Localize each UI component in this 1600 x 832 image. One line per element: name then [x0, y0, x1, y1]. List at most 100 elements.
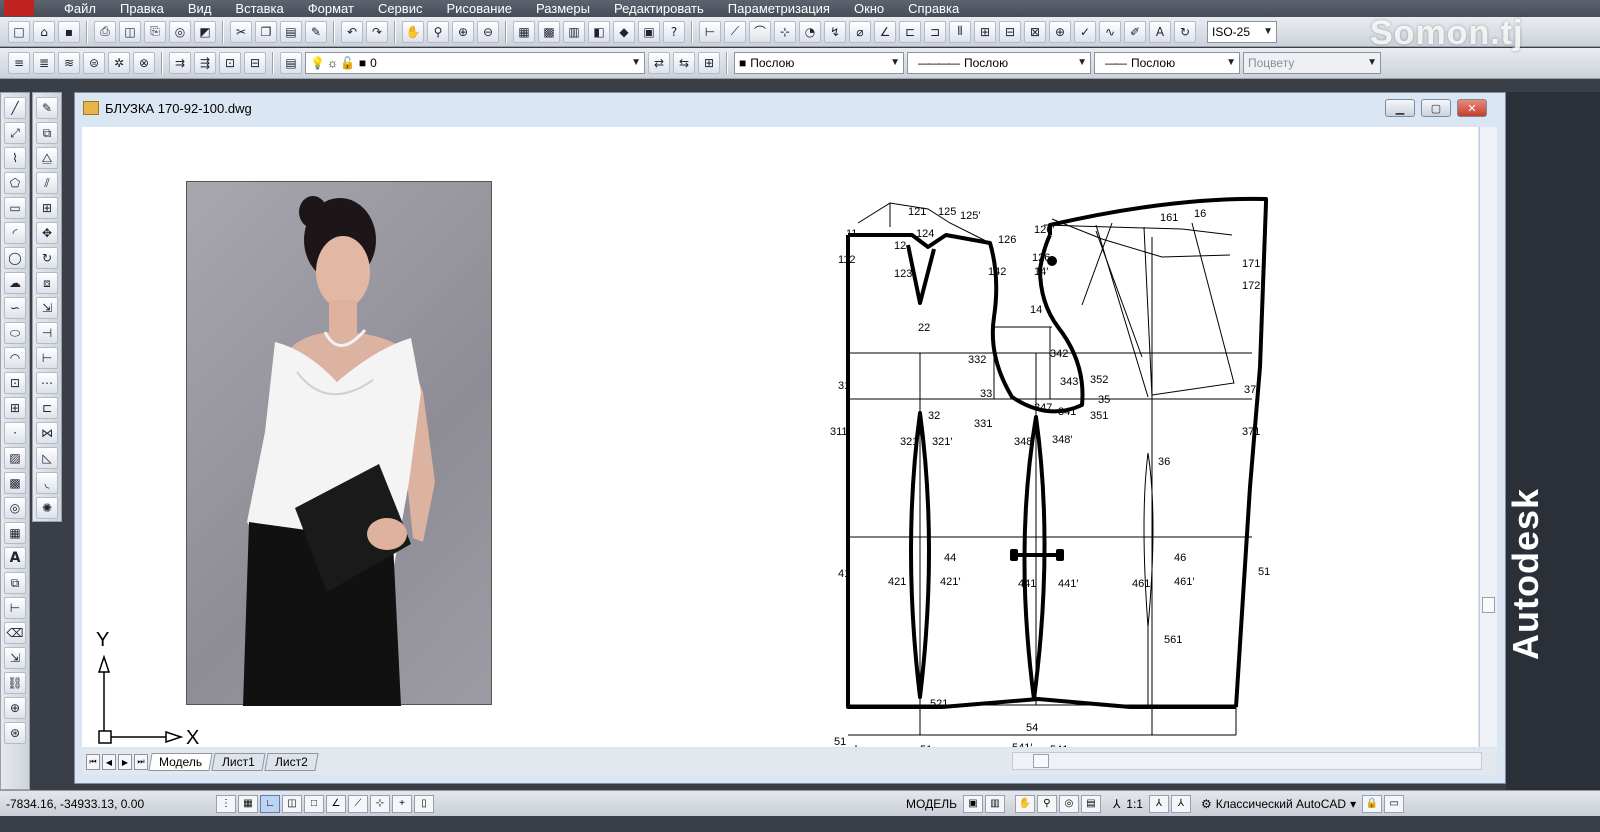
arc-icon[interactable]: ◜	[4, 222, 26, 244]
fillet-icon[interactable]: ◟	[36, 472, 58, 494]
jogged-icon[interactable]: ↯	[824, 20, 846, 43]
layer-previous2-icon[interactable]: ⇆	[673, 52, 695, 74]
mirror-icon[interactable]: ⧋	[36, 147, 58, 169]
tolerance-icon[interactable]: ⊠	[1024, 20, 1046, 43]
offset-icon[interactable]: ⫽	[36, 172, 58, 194]
save-icon[interactable]: ▪	[58, 20, 80, 43]
ellipse-icon[interactable]: ⬭	[4, 322, 26, 344]
layer-unlock-icon[interactable]: ⊟	[244, 52, 266, 74]
link-icon[interactable]: ⛓	[4, 672, 26, 694]
menu-item[interactable]: Формат	[308, 1, 354, 16]
cut-icon[interactable]: ✂	[230, 20, 252, 43]
lwt-icon[interactable]: +	[392, 794, 412, 813]
properties-icon[interactable]: ▦	[513, 20, 535, 43]
zoom-realtime-icon[interactable]: ⚲	[427, 20, 449, 43]
grid-icon[interactable]: ▦	[238, 794, 258, 813]
dim-edit-icon[interactable]: ✐	[1124, 20, 1146, 43]
rotate-icon[interactable]: ↻	[36, 247, 58, 269]
clean-screen-icon[interactable]: ▭	[1384, 794, 1405, 813]
calculator-icon[interactable]: ▣	[638, 20, 660, 43]
otrack-icon[interactable]: ∠	[326, 794, 346, 813]
menu-item[interactable]: Параметризация	[728, 1, 830, 16]
lineweight-select[interactable]: —— Послою ▼	[1094, 52, 1240, 74]
color-select[interactable]: ■ Послою ▼	[734, 52, 904, 74]
layer-freeze-icon[interactable]: ✲	[108, 52, 130, 74]
rectangle-icon[interactable]: ▭	[4, 197, 26, 219]
ducs-icon[interactable]: ⟋	[348, 794, 368, 813]
menu-item[interactable]: Размеры	[536, 1, 590, 16]
extend-icon[interactable]: ⊢	[36, 347, 58, 369]
gradient-icon[interactable]: ▩	[4, 472, 26, 494]
construction-line-icon[interactable]: ⤢	[4, 122, 26, 144]
layer-match-icon[interactable]: ⇉	[169, 52, 191, 74]
center-mark-icon[interactable]: ⊕	[1049, 20, 1071, 43]
menu-item[interactable]: Окно	[854, 1, 884, 16]
stretch2-icon[interactable]: ⇲	[4, 647, 26, 669]
last-tab-button[interactable]: ⏭	[134, 754, 148, 770]
layer-off-icon[interactable]: ⊗	[133, 52, 155, 74]
menu-item[interactable]: Справка	[908, 1, 959, 16]
layer-properties-icon[interactable]: ≡	[8, 52, 30, 74]
eraser2-icon[interactable]: ⌫	[4, 622, 26, 644]
table-icon[interactable]: ▦	[4, 522, 26, 544]
quick-view-layouts-icon[interactable]: ▣	[962, 794, 983, 813]
coordinates-readout[interactable]: -7834.16, -34933.13, 0.00	[6, 797, 216, 811]
chamfer-icon[interactable]: ◺	[36, 447, 58, 469]
spline-icon[interactable]: ∽	[4, 297, 26, 319]
steeringwheel-icon[interactable]: ◎	[1058, 794, 1079, 813]
hatch-icon[interactable]: ▨	[4, 447, 26, 469]
polygon-icon[interactable]: ⬠	[4, 172, 26, 194]
preview-icon[interactable]: ◫	[119, 20, 141, 43]
new-icon[interactable]: □	[8, 20, 30, 43]
blouse-pattern-drawing[interactable]: 11 112 121 125 125′ 12 124 126 126′ 161 16 123 142 12…	[82, 127, 1478, 747]
open-icon[interactable]: ⌂	[33, 20, 55, 43]
layer-select[interactable]: 💡 ☼ 🔓 ■ 0 ▼	[305, 52, 645, 74]
jogged-linear-icon[interactable]: ∿	[1099, 20, 1121, 43]
line-icon[interactable]: ╱	[4, 97, 26, 119]
ellipse-arc-icon[interactable]: ◠	[4, 347, 26, 369]
point-icon[interactable]: ·	[4, 422, 26, 444]
markup-icon[interactable]: ◆	[613, 20, 635, 43]
redo-icon[interactable]: ↷	[366, 20, 388, 43]
quick-dim-icon[interactable]: ⊏	[899, 20, 921, 43]
tab-model[interactable]: Модель	[148, 753, 213, 771]
pan-icon[interactable]: ✋	[402, 20, 424, 43]
stretch-icon[interactable]: ⇲	[36, 297, 58, 319]
dim-space-icon[interactable]: ⊞	[974, 20, 996, 43]
make-block-icon[interactable]: ⊞	[4, 397, 26, 419]
qp-icon[interactable]: ▯	[414, 794, 434, 813]
erase-icon[interactable]: ✎	[36, 97, 58, 119]
close-button[interactable]: ✕	[1457, 99, 1487, 117]
polar-icon[interactable]: ◫	[282, 794, 302, 813]
zoom-window-icon[interactable]: ⊕	[452, 20, 474, 43]
move-icon[interactable]: ✥	[36, 222, 58, 244]
mtext-icon[interactable]: A	[4, 547, 26, 569]
menu-item[interactable]: Рисование	[446, 1, 511, 16]
make-current-icon[interactable]: ⇄	[648, 52, 670, 74]
print-icon[interactable]: ⎙	[94, 20, 116, 43]
draw-order-icon[interactable]: ⧉	[4, 572, 26, 594]
ortho-icon[interactable]: ∟	[260, 794, 280, 813]
help-icon[interactable]: ?	[663, 20, 685, 43]
maximize-button[interactable]: ▢	[1421, 99, 1451, 117]
match-properties-icon[interactable]: ✎	[305, 20, 327, 43]
next-tab-button[interactable]: ▶	[118, 754, 132, 770]
quick-view-drawings-icon[interactable]: ▥	[984, 794, 1005, 813]
linetype-select[interactable]: ———— Послою ▼	[907, 52, 1091, 74]
inspect-icon[interactable]: ✓	[1074, 20, 1096, 43]
annotation-scale[interactable]: 1:1	[1126, 797, 1143, 811]
diameter-icon[interactable]: ⌀	[849, 20, 871, 43]
aligned-dim-icon[interactable]: ⟋	[724, 20, 746, 43]
circle-icon[interactable]: ◯	[4, 247, 26, 269]
join-icon[interactable]: ⋈	[36, 422, 58, 444]
menu-item[interactable]: Вставка	[235, 1, 283, 16]
hscroll-thumb[interactable]	[1033, 754, 1049, 768]
trim-icon[interactable]: ⊣	[36, 322, 58, 344]
vertical-scrollbar[interactable]	[1479, 127, 1497, 747]
xref-icon[interactable]: ⊕	[4, 697, 26, 719]
layer-manager-icon[interactable]: ▤	[280, 52, 302, 74]
layer-isolate-icon[interactable]: ⊜	[83, 52, 105, 74]
polyline-icon[interactable]: ⌇	[4, 147, 26, 169]
tool-palettes-icon[interactable]: ▥	[563, 20, 585, 43]
menu-item[interactable]: Редактировать	[614, 1, 704, 16]
